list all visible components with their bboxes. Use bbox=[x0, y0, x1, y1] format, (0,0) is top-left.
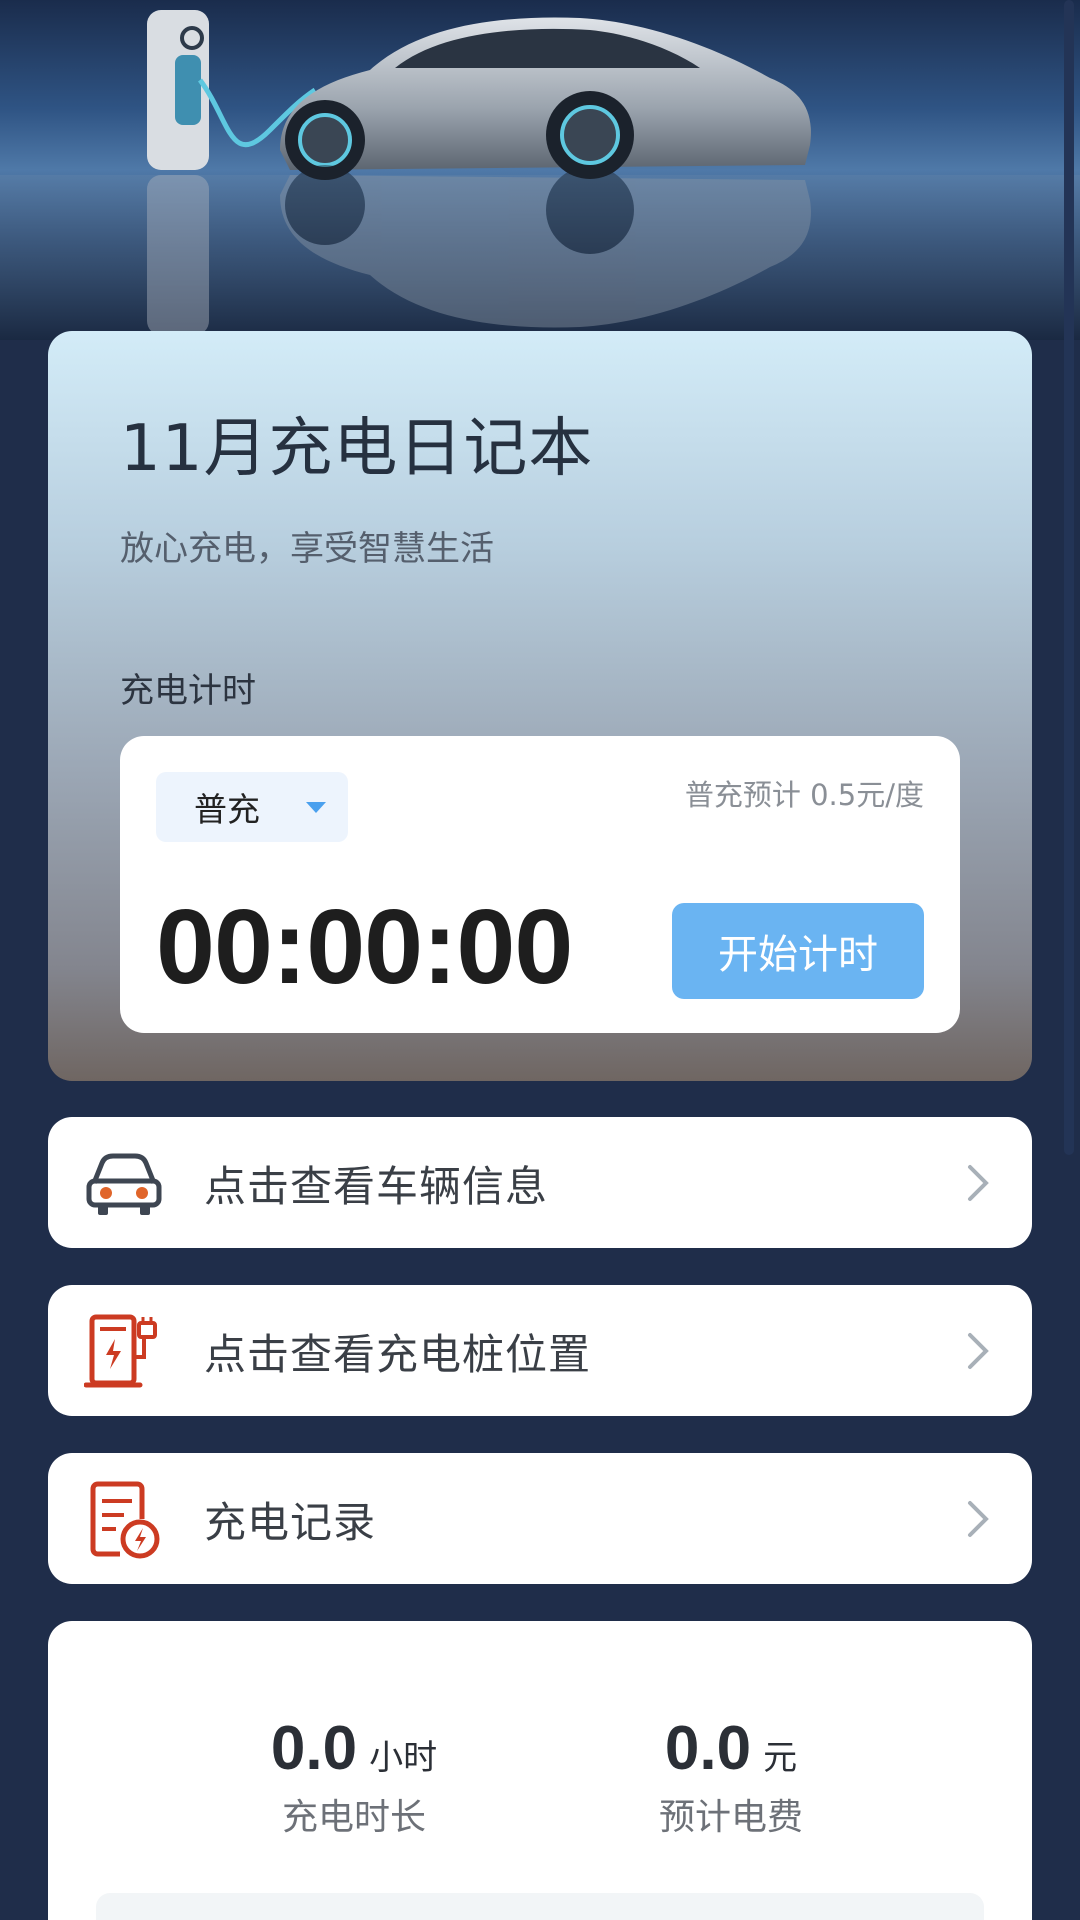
ev-charging-illustration bbox=[0, 10, 1080, 340]
duration-caption: 充电时长 bbox=[281, 1797, 426, 1838]
car-icon bbox=[86, 1153, 162, 1215]
page-subtitle: 放心充电，享受智慧生活 bbox=[120, 529, 494, 569]
duration-value: 0.0 bbox=[270, 1714, 358, 1783]
stat-estimated-cost: 0.0 元 预计电费 bbox=[581, 1713, 881, 1840]
charging-diary-card: 11月充电日记本 放心充电，享受智慧生活 充电计时 普充 普充预计 0.5元/度… bbox=[48, 331, 1032, 1081]
scrollbar[interactable] bbox=[1064, 0, 1074, 1155]
section-label-timer: 充电计时 bbox=[120, 671, 256, 711]
charging-station-item[interactable]: 点击查看充电桩位置 bbox=[48, 1285, 1032, 1416]
charging-station-label: 点击查看充电桩位置 bbox=[204, 1330, 592, 1379]
chevron-right-icon bbox=[968, 1501, 989, 1537]
timer-panel: 普充 普充预计 0.5元/度 00:00:00 开始计时 bbox=[120, 736, 960, 1033]
stats-card: 0.0 小时 充电时长 0.0 元 预计电费 bbox=[48, 1621, 1032, 1920]
chevron-right-icon bbox=[968, 1333, 989, 1369]
vehicle-info-item[interactable]: 点击查看车辆信息 bbox=[48, 1117, 1032, 1248]
charge-mode-value: 普充 bbox=[194, 790, 260, 829]
caret-down-icon bbox=[306, 802, 326, 813]
hero-banner bbox=[0, 0, 1080, 340]
charging-station-icon bbox=[84, 1314, 157, 1388]
vehicle-info-label: 点击查看车辆信息 bbox=[204, 1162, 549, 1211]
duration-unit: 小时 bbox=[369, 1738, 438, 1778]
cost-unit: 元 bbox=[763, 1738, 798, 1778]
page-title: 11月充电日记本 bbox=[120, 412, 594, 486]
charge-record-label: 充电记录 bbox=[204, 1498, 377, 1547]
stat-charging-duration: 0.0 小时 充电时长 bbox=[204, 1713, 504, 1840]
cost-caption: 预计电费 bbox=[658, 1797, 803, 1838]
start-timer-button[interactable]: 开始计时 bbox=[672, 903, 924, 999]
stats-footer-strip bbox=[96, 1893, 984, 1920]
rate-estimate: 普充预计 0.5元/度 bbox=[684, 778, 924, 812]
charge-mode-dropdown[interactable]: 普充 bbox=[156, 772, 348, 842]
cost-value: 0.0 bbox=[664, 1714, 752, 1783]
chevron-right-icon bbox=[968, 1165, 989, 1201]
charge-record-item[interactable]: 充电记录 bbox=[48, 1453, 1032, 1584]
charge-record-icon bbox=[90, 1481, 160, 1559]
timer-display: 00:00:00 bbox=[156, 888, 573, 1006]
